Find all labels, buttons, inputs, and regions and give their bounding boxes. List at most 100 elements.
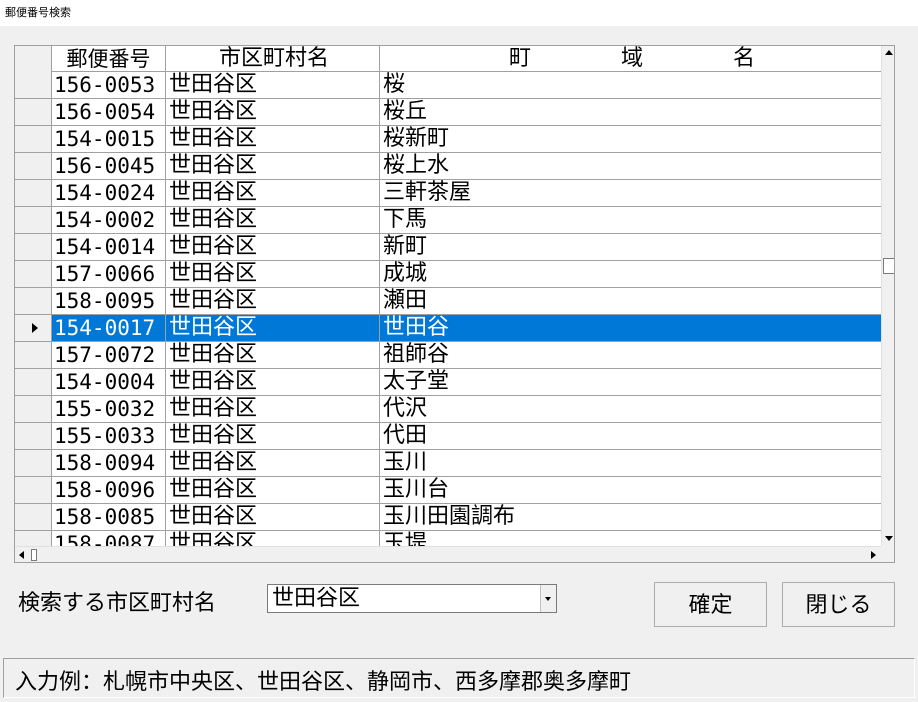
table-row[interactable]: 155-0032 世田谷区 代沢 (15, 396, 881, 423)
table-row[interactable]: 156-0054 世田谷区 桜丘 (15, 99, 881, 126)
zip-cell[interactable]: 158-0096 (52, 477, 166, 503)
city-cell[interactable]: 世田谷区 (166, 234, 380, 260)
row-selector[interactable] (15, 369, 52, 395)
town-cell[interactable]: 桜新町 (380, 126, 881, 152)
close-button[interactable]: 閉じる (782, 582, 895, 627)
table-row[interactable]: 158-0094 世田谷区 玉川 (15, 450, 881, 477)
table-row[interactable]: 156-0053 世田谷区桜 (15, 72, 881, 99)
column-header-zip[interactable]: 郵便番号 (52, 46, 166, 72)
zip-cell[interactable]: 154-0014 (52, 234, 166, 260)
city-cell[interactable]: 世田谷区 (166, 342, 380, 368)
zip-cell[interactable]: 158-0094 (52, 450, 166, 476)
row-selector[interactable] (15, 504, 52, 530)
row-selector[interactable] (15, 207, 52, 233)
table-row[interactable]: 154-0004 世田谷区 太子堂 (15, 369, 881, 396)
zip-cell[interactable]: 157-0066 (52, 261, 166, 287)
city-cell[interactable]: 世田谷区 (166, 477, 380, 503)
table-row[interactable]: 157-0066 世田谷区 成城 (15, 261, 881, 288)
row-selector[interactable] (15, 234, 52, 260)
town-cell[interactable]: 玉川田園調布 (380, 504, 881, 530)
zip-cell[interactable]: 158-0095 (52, 288, 166, 314)
confirm-button[interactable]: 確定 (654, 582, 767, 627)
scroll-down-button[interactable] (882, 531, 894, 546)
horizontal-scroll-thumb[interactable] (31, 549, 37, 561)
zip-cell[interactable]: 154-0004 (52, 369, 166, 395)
table-row[interactable]: 154-0014 世田谷区 新町 (15, 234, 881, 261)
city-cell[interactable]: 世田谷区 (166, 99, 380, 125)
table-row[interactable]: 158-0096 世田谷区 玉川台 (15, 477, 881, 504)
zip-cell[interactable]: 158-0085 (52, 504, 166, 530)
row-selector-header[interactable] (15, 46, 52, 72)
city-cell[interactable]: 世田谷区 (166, 315, 380, 341)
table-row[interactable]: 154-0015 世田谷区 桜新町 (15, 126, 881, 153)
town-cell[interactable]: 成城 (380, 261, 881, 287)
town-cell[interactable]: 玉川 (380, 450, 881, 476)
vertical-scroll-thumb[interactable] (883, 258, 894, 274)
city-cell[interactable]: 世田谷区 (166, 369, 380, 395)
table-row[interactable]: 157-0072 世田谷区 祖師谷 (15, 342, 881, 369)
town-cell[interactable]: 桜丘 (380, 99, 881, 125)
row-selector[interactable] (15, 126, 52, 152)
vertical-scrollbar[interactable] (881, 46, 894, 546)
zip-cell[interactable]: 154-0002 (52, 207, 166, 233)
city-cell[interactable]: 世田谷区 (166, 180, 380, 206)
city-cell[interactable]: 世田谷区 (166, 450, 380, 476)
town-cell[interactable]: 新町 (380, 234, 881, 260)
city-cell[interactable]: 世田谷区 (166, 207, 380, 233)
city-cell[interactable]: 世田谷区 (166, 261, 380, 287)
table-row[interactable]: 154-0017 世田谷区 世田谷 (15, 315, 881, 342)
city-cell[interactable]: 世田谷区 (166, 288, 380, 314)
town-cell[interactable]: 玉川台 (380, 477, 881, 503)
row-selector[interactable] (15, 72, 52, 98)
row-selector[interactable] (15, 180, 52, 206)
zip-cell[interactable]: 155-0032 (52, 396, 166, 422)
table-row[interactable]: 154-0024 世田谷区 三軒茶屋 (15, 180, 881, 207)
town-cell[interactable]: 瀬田 (380, 288, 881, 314)
postal-code-grid[interactable]: 郵便番号 市区町村名 町域名 156-0053 世田谷区桜 156-0054 世田谷区… (14, 45, 895, 563)
city-combobox[interactable]: 世田谷区 (267, 584, 557, 613)
city-combobox-value[interactable]: 世田谷区 (272, 585, 360, 612)
column-header-town[interactable]: 町域名 (380, 46, 881, 72)
scroll-up-button[interactable] (882, 46, 894, 61)
zip-cell[interactable]: 156-0053 (52, 72, 166, 98)
row-selector[interactable] (15, 315, 52, 341)
city-cell[interactable]: 世田谷区 (166, 504, 380, 530)
town-cell[interactable]: 下馬 (380, 207, 881, 233)
table-row[interactable]: 156-0045 世田谷区 桜上水 (15, 153, 881, 180)
zip-cell[interactable]: 155-0033 (52, 423, 166, 449)
town-cell[interactable]: 太子堂 (380, 369, 881, 395)
city-cell[interactable]: 世田谷区 (166, 126, 380, 152)
row-selector[interactable] (15, 450, 52, 476)
row-selector[interactable] (15, 342, 52, 368)
horizontal-scrollbar[interactable] (15, 546, 881, 562)
row-selector[interactable] (15, 99, 52, 125)
scroll-right-button[interactable] (866, 547, 881, 562)
zip-cell[interactable]: 154-0015 (52, 126, 166, 152)
row-selector[interactable] (15, 423, 52, 449)
table-row[interactable]: 158-0085 世田谷区 玉川田園調布 (15, 504, 881, 531)
town-cell[interactable]: 桜上水 (380, 153, 881, 179)
city-cell[interactable]: 世田谷区 (166, 396, 380, 422)
table-row[interactable]: 158-0095 世田谷区 瀬田 (15, 288, 881, 315)
table-row[interactable]: 155-0033 世田谷区 代田 (15, 423, 881, 450)
row-selector[interactable] (15, 288, 52, 314)
zip-cell[interactable]: 157-0072 (52, 342, 166, 368)
row-selector[interactable] (15, 396, 52, 422)
combobox-dropdown-button[interactable] (540, 585, 556, 612)
row-selector[interactable] (15, 477, 52, 503)
city-cell[interactable]: 世田谷区 (166, 153, 380, 179)
row-selector[interactable] (15, 261, 52, 287)
column-header-city[interactable]: 市区町村名 (166, 46, 380, 72)
town-cell[interactable]: 祖師谷 (380, 342, 881, 368)
table-row[interactable]: 154-0002 世田谷区 下馬 (15, 207, 881, 234)
city-cell[interactable]: 世田谷区 (166, 423, 380, 449)
town-cell[interactable]: 代沢 (380, 396, 881, 422)
zip-cell[interactable]: 156-0045 (52, 153, 166, 179)
city-cell[interactable]: 世田谷区 (166, 72, 380, 98)
town-cell[interactable]: 世田谷 (380, 315, 881, 341)
zip-cell[interactable]: 154-0017 (52, 315, 166, 341)
town-cell[interactable]: 三軒茶屋 (380, 180, 881, 206)
town-cell[interactable]: 桜 (380, 72, 881, 98)
row-selector[interactable] (15, 153, 52, 179)
scroll-left-button[interactable] (15, 547, 30, 562)
